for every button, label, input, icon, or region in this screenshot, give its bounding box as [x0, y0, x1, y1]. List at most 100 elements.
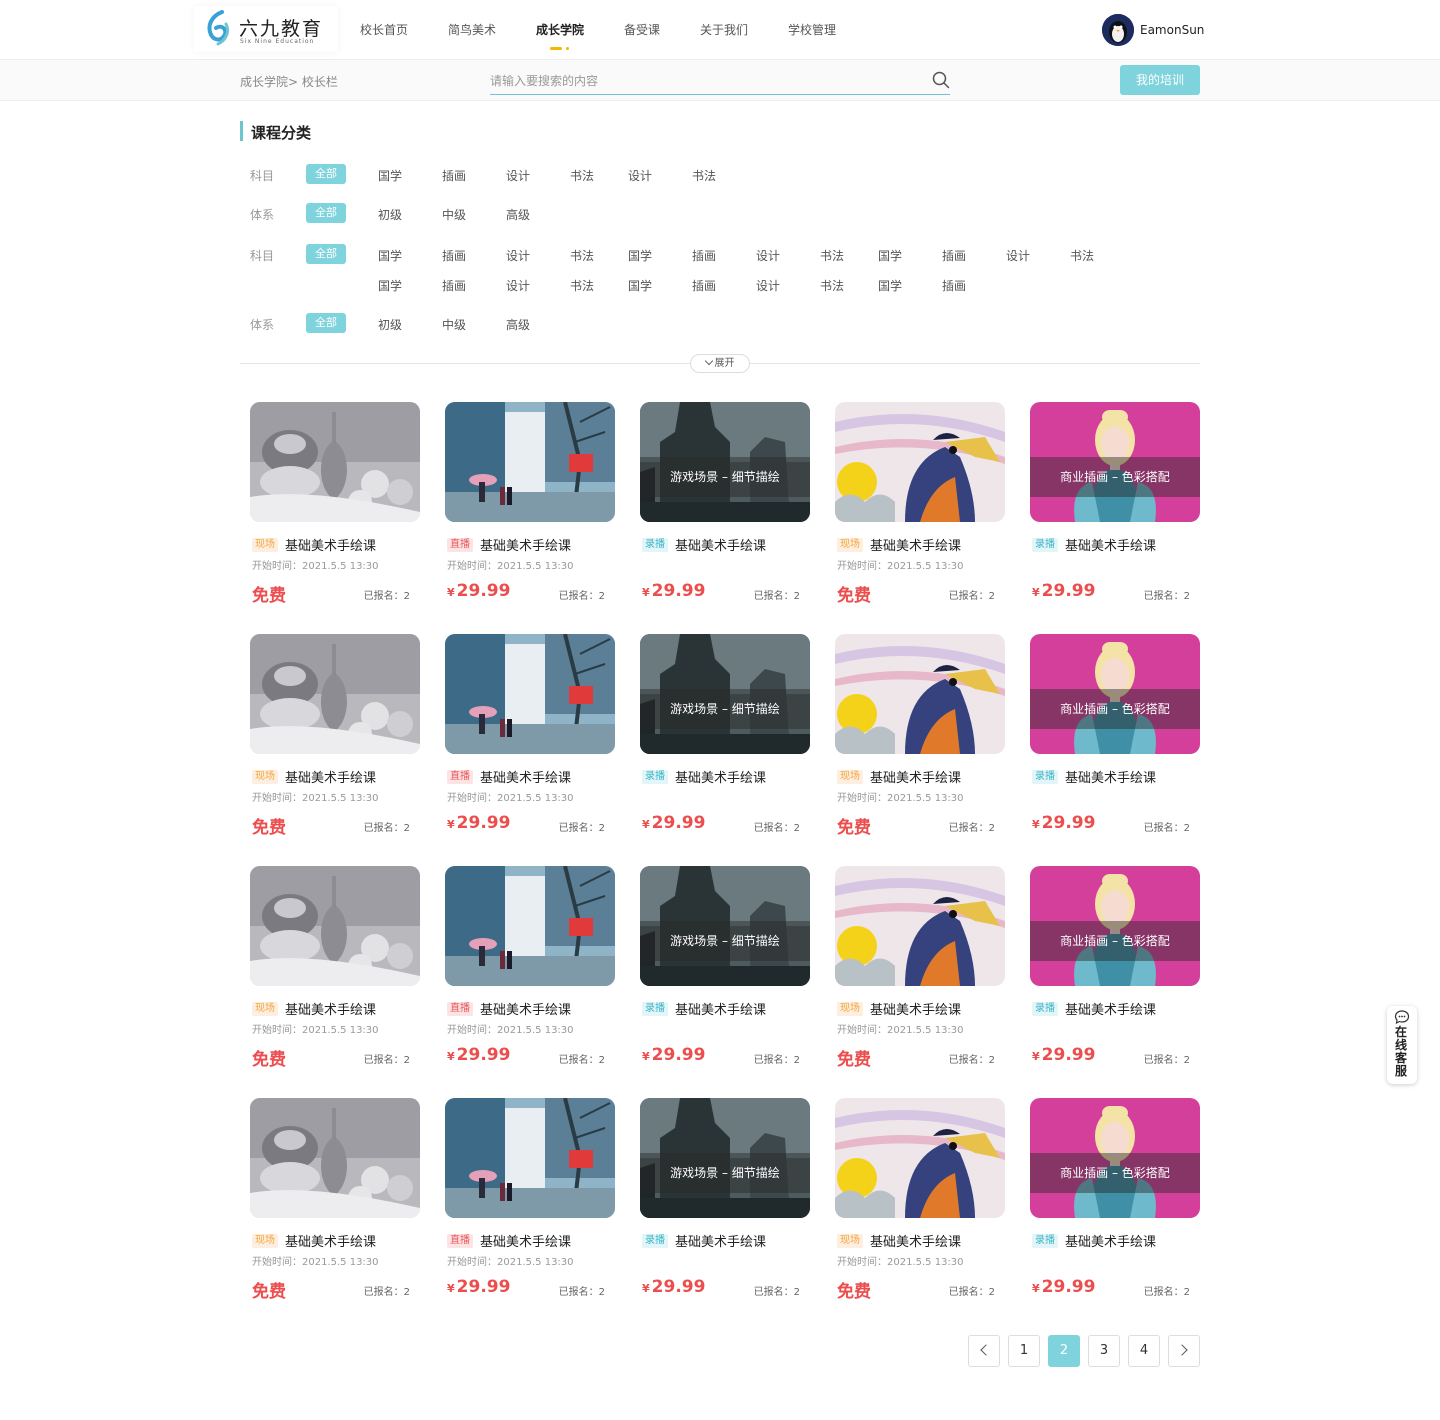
course-thumbnail [250, 634, 420, 754]
course-card[interactable]: 游戏场景 – 细节描绘 录播 基础美术手绘课 ¥29.99 已报名：2 [640, 402, 810, 612]
filter-option[interactable]: 书法 [570, 167, 594, 184]
filter-option[interactable]: 国学 [628, 247, 652, 264]
page-button[interactable]: 1 [1008, 1335, 1040, 1367]
nav-lesson[interactable]: 备受课 [624, 21, 660, 38]
logo[interactable]: 六九教育 Six Nine Education [194, 6, 338, 52]
filter-option[interactable]: 设计 [756, 247, 780, 264]
enroll-count: 已报名：2 [1143, 823, 1190, 834]
course-card[interactable]: 现场 基础美术手绘课 开始时间：2021.5.5 13:30 免费 已报名：2 [250, 402, 420, 612]
enroll-count: 已报名：2 [753, 823, 800, 834]
filter-option[interactable]: 插画 [942, 277, 966, 294]
filter-option[interactable]: 国学 [378, 167, 402, 184]
course-card[interactable]: 商业插画 – 色彩搭配 录播 基础美术手绘课 ¥29.99 已报名：2 [1030, 866, 1200, 1076]
currency-symbol: ¥ [1032, 818, 1040, 831]
nav-school-admin[interactable]: 学校管理 [788, 21, 836, 38]
course-card[interactable]: 直播 基础美术手绘课 开始时间：2021.5.5 13:30 ¥29.99 已报名：2 [445, 634, 615, 844]
course-card[interactable]: 现场 基础美术手绘课 开始时间：2021.5.5 13:30 免费 已报名：2 [835, 866, 1005, 1076]
course-card[interactable]: 游戏场景 – 细节描绘 录播 基础美术手绘课 ¥29.99 已报名：2 [640, 866, 810, 1076]
search-input[interactable] [490, 71, 910, 91]
course-card[interactable]: 游戏场景 – 细节描绘 录播 基础美术手绘课 ¥29.99 已报名：2 [640, 1098, 810, 1308]
currency-symbol: ¥ [447, 818, 455, 831]
nav-growth-academy[interactable]: 成长学院 [536, 21, 584, 38]
filter-option[interactable]: 书法 [1070, 247, 1094, 264]
page-button[interactable]: 3 [1088, 1335, 1120, 1367]
filter-option[interactable]: 高级 [506, 316, 530, 333]
filter-option[interactable]: 设计 [506, 247, 530, 264]
my-training-button[interactable]: 我的培训 [1120, 65, 1200, 95]
filter-option[interactable]: 插画 [442, 167, 466, 184]
filter-option[interactable]: 书法 [570, 277, 594, 294]
course-card[interactable]: 游戏场景 – 细节描绘 录播 基础美术手绘课 ¥29.99 已报名：2 [640, 634, 810, 844]
expand-button[interactable]: 展开 [690, 354, 750, 373]
filter-option[interactable]: 国学 [628, 277, 652, 294]
filter-option[interactable]: 插画 [442, 277, 466, 294]
filter-option[interactable]: 书法 [820, 277, 844, 294]
filter-all-chip[interactable]: 全部 [306, 313, 346, 333]
course-type-badge: 直播 [447, 1002, 473, 1016]
filter-option[interactable]: 国学 [878, 247, 902, 264]
prev-page-button[interactable] [968, 1335, 1000, 1367]
course-card[interactable]: 商业插画 – 色彩搭配 录播 基础美术手绘课 ¥29.99 已报名：2 [1030, 1098, 1200, 1308]
course-title: 基础美术手绘课 [480, 771, 572, 786]
filter-option[interactable]: 初级 [378, 206, 402, 223]
course-card[interactable]: 现场 基础美术手绘课 开始时间：2021.5.5 13:30 免费 已报名：2 [250, 634, 420, 844]
filter-option[interactable]: 插画 [942, 247, 966, 264]
filter-option[interactable]: 设计 [506, 167, 530, 184]
page-button-current[interactable]: 2 [1048, 1335, 1080, 1367]
online-service-button[interactable]: 在线客服 [1387, 1006, 1417, 1084]
filter-option[interactable]: 设计 [628, 167, 652, 184]
filter-all-chip[interactable]: 全部 [306, 203, 346, 223]
filter-all-chip[interactable]: 全部 [306, 244, 346, 264]
filter-option[interactable]: 国学 [378, 277, 402, 294]
course-type-badge: 录播 [1032, 538, 1058, 552]
course-card[interactable]: 现场 基础美术手绘课 开始时间：2021.5.5 13:30 免费 已报名：2 [250, 866, 420, 1076]
course-thumbnail: 商业插画 – 色彩搭配 [1030, 1098, 1200, 1218]
course-type-badge: 现场 [252, 1002, 278, 1016]
filter-option[interactable]: 书法 [820, 247, 844, 264]
course-type-badge: 录播 [642, 1234, 668, 1248]
course-card[interactable]: 直播 基础美术手绘课 开始时间：2021.5.5 13:30 ¥29.99 已报名：2 [445, 866, 615, 1076]
course-title: 基础美术手绘课 [1065, 539, 1157, 554]
course-type-badge: 直播 [447, 770, 473, 784]
course-title: 基础美术手绘课 [675, 1235, 767, 1250]
nav-about[interactable]: 关于我们 [700, 21, 748, 38]
currency-symbol: ¥ [642, 818, 650, 831]
nav-home[interactable]: 校长首页 [360, 21, 408, 38]
course-card[interactable]: 现场 基础美术手绘课 开始时间：2021.5.5 13:30 免费 已报名：2 [250, 1098, 420, 1308]
filter-option[interactable]: 国学 [378, 247, 402, 264]
filter-option[interactable]: 设计 [756, 277, 780, 294]
filter-option[interactable]: 设计 [1006, 247, 1030, 264]
filter-option[interactable]: 中级 [442, 206, 466, 223]
search-icon[interactable] [932, 71, 950, 89]
currency-symbol: ¥ [1032, 1282, 1040, 1295]
filter-option[interactable]: 设计 [506, 277, 530, 294]
filter-option[interactable]: 插画 [442, 247, 466, 264]
next-page-button[interactable] [1168, 1335, 1200, 1367]
course-card[interactable]: 现场 基础美术手绘课 开始时间：2021.5.5 13:30 免费 已报名：2 [835, 402, 1005, 612]
page-button[interactable]: 4 [1128, 1335, 1160, 1367]
price-value: 29.99 [1041, 1277, 1096, 1297]
filter-option[interactable]: 国学 [878, 277, 902, 294]
filter-option[interactable]: 书法 [692, 167, 716, 184]
nav-art[interactable]: 简鸟美术 [448, 21, 496, 38]
course-card[interactable]: 直播 基础美术手绘课 开始时间：2021.5.5 13:30 ¥29.99 已报名：2 [445, 402, 615, 612]
course-start-time: 开始时间：2021.5.5 13:30 [447, 561, 574, 572]
course-card[interactable]: 现场 基础美术手绘课 开始时间：2021.5.5 13:30 免费 已报名：2 [835, 634, 1005, 844]
course-card[interactable]: 商业插画 – 色彩搭配 录播 基础美术手绘课 ¥29.99 已报名：2 [1030, 634, 1200, 844]
avatar[interactable] [1102, 14, 1134, 46]
course-card[interactable]: 商业插画 – 色彩搭配 录播 基础美术手绘课 ¥29.99 已报名：2 [1030, 402, 1200, 612]
course-card[interactable]: 现场 基础美术手绘课 开始时间：2021.5.5 13:30 免费 已报名：2 [835, 1098, 1005, 1308]
filter-option[interactable]: 书法 [570, 247, 594, 264]
nav-active-dot [566, 47, 569, 50]
filter-all-chip[interactable]: 全部 [306, 164, 346, 184]
filter-option[interactable]: 插画 [692, 277, 716, 294]
filter-option[interactable]: 插画 [692, 247, 716, 264]
thumbnail-caption: 商业插画 – 色彩搭配 [1030, 457, 1200, 497]
filter-option[interactable]: 高级 [506, 206, 530, 223]
breadcrumb[interactable]: 成长学院> 校长栏 [240, 73, 338, 90]
currency-symbol: ¥ [447, 1282, 455, 1295]
filter-option[interactable]: 中级 [442, 316, 466, 333]
course-card[interactable]: 直播 基础美术手绘课 开始时间：2021.5.5 13:30 ¥29.99 已报名：2 [445, 1098, 615, 1308]
filter-option[interactable]: 初级 [378, 316, 402, 333]
currency-symbol: ¥ [1032, 586, 1040, 599]
